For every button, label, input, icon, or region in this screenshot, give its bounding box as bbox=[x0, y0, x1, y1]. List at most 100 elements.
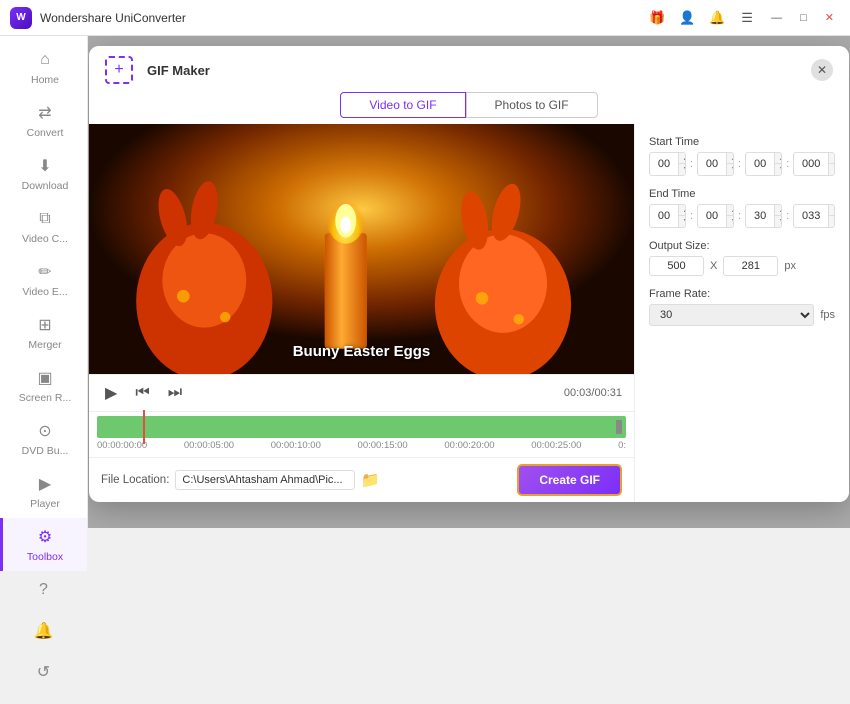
fps-unit-label: fps bbox=[820, 309, 835, 321]
modal-overlay: + GIF Maker ✕ Video to GIF Photos to GIF bbox=[88, 36, 850, 528]
timeline-needle bbox=[143, 410, 145, 444]
download-icon: ⬇ bbox=[34, 155, 56, 177]
user-icon[interactable]: 👤 bbox=[675, 6, 699, 30]
sidebar-item-merger[interactable]: ⊞ Merger bbox=[0, 306, 87, 359]
end-ms-up[interactable]: ▲ bbox=[829, 205, 835, 216]
start-ms-down[interactable]: ▼ bbox=[829, 164, 835, 175]
gift-icon[interactable]: 🎁 bbox=[645, 6, 669, 30]
output-size-group: Output Size: X px bbox=[649, 240, 835, 276]
end-sec-up[interactable]: ▲ bbox=[775, 205, 782, 216]
width-input[interactable] bbox=[649, 256, 704, 276]
end-hour-input[interactable]: ▲ ▼ bbox=[649, 204, 686, 228]
sidebar-item-convert[interactable]: ⇄ Convert bbox=[0, 94, 87, 147]
help-icon: ? bbox=[33, 579, 55, 601]
start-time-inputs: ▲ ▼ : ▲ ▼ bbox=[649, 152, 835, 176]
end-hour-down[interactable]: ▼ bbox=[679, 216, 686, 227]
start-sec-up[interactable]: ▲ bbox=[775, 153, 782, 164]
sidebar-item-player[interactable]: ▶ Player bbox=[0, 465, 87, 518]
minimize-button[interactable]: — bbox=[765, 12, 788, 24]
sidebar-item-video-compress[interactable]: ⧉ Video C... bbox=[0, 200, 87, 253]
fps-select[interactable]: 30 24 15 10 bbox=[649, 304, 814, 326]
refresh-icon: ↺ bbox=[33, 661, 55, 683]
notification-icon: 🔔 bbox=[33, 620, 55, 642]
title-bar-icons: 🎁 👤 🔔 ☰ — □ ✕ bbox=[645, 6, 840, 30]
video-display: Buuny Easter Eggs bbox=[89, 124, 634, 374]
end-time-group: End Time ▲ ▼ : bbox=[649, 188, 835, 228]
main-layout: ⌂ Home ⇄ Convert ⬇ Download ⧉ Video C...… bbox=[0, 36, 850, 528]
end-ms-input[interactable]: ▲ ▼ bbox=[793, 204, 835, 228]
file-location-bar: File Location: 📁 Create GIF bbox=[89, 457, 634, 502]
height-input[interactable] bbox=[723, 256, 778, 276]
sidebar: ⌂ Home ⇄ Convert ⬇ Download ⧉ Video C...… bbox=[0, 36, 88, 528]
add-media-icon[interactable]: + bbox=[105, 56, 133, 84]
sidebar-item-video-edit[interactable]: ✏ Video E... bbox=[0, 253, 87, 306]
play-button[interactable]: ▶ bbox=[101, 381, 121, 405]
video-edit-icon: ✏ bbox=[34, 261, 56, 283]
bell-icon[interactable]: 🔔 bbox=[705, 6, 729, 30]
start-hour-up[interactable]: ▲ bbox=[679, 153, 686, 164]
start-hour-down[interactable]: ▼ bbox=[679, 164, 686, 175]
start-time-group: Start Time ▲ ▼ : bbox=[649, 136, 835, 176]
right-panel: Start Time ▲ ▼ : bbox=[634, 124, 849, 502]
modal-tabs: Video to GIF Photos to GIF bbox=[89, 84, 849, 124]
file-location-input[interactable] bbox=[175, 470, 355, 490]
start-sec-down[interactable]: ▼ bbox=[775, 164, 782, 175]
create-gif-button[interactable]: Create GIF bbox=[517, 464, 622, 496]
timeline-handle[interactable] bbox=[616, 420, 622, 434]
home-icon: ⌂ bbox=[34, 49, 56, 71]
size-px-label: px bbox=[784, 260, 796, 272]
start-min-up[interactable]: ▲ bbox=[727, 153, 734, 164]
fps-row: 30 24 15 10 fps bbox=[649, 304, 835, 326]
file-location-label: File Location: bbox=[101, 474, 169, 486]
close-window-button[interactable]: ✕ bbox=[819, 11, 840, 24]
output-size-label: Output Size: bbox=[649, 240, 835, 252]
end-time-label: End Time bbox=[649, 188, 835, 200]
sidebar-item-download[interactable]: ⬇ Download bbox=[0, 147, 87, 200]
menu-icon[interactable]: ☰ bbox=[735, 6, 759, 30]
tab-photos-to-gif[interactable]: Photos to GIF bbox=[466, 92, 598, 118]
start-sec-input[interactable]: ▲ ▼ bbox=[745, 152, 782, 176]
start-ms-input[interactable]: ▲ ▼ bbox=[793, 152, 835, 176]
video-title: Buuny Easter Eggs bbox=[89, 343, 634, 360]
end-ms-down[interactable]: ▼ bbox=[829, 216, 835, 227]
end-hour-up[interactable]: ▲ bbox=[679, 205, 686, 216]
start-min-input[interactable]: ▲ ▼ bbox=[697, 152, 734, 176]
start-ms-up[interactable]: ▲ bbox=[829, 153, 835, 164]
tab-video-to-gif[interactable]: Video to GIF bbox=[340, 92, 465, 118]
modal-title: GIF Maker bbox=[147, 63, 811, 78]
end-min-down[interactable]: ▼ bbox=[727, 216, 734, 227]
size-inputs: X px bbox=[649, 256, 835, 276]
video-panel: Buuny Easter Eggs ▶ ⏮ ⏭ 00:03/00:31 bbox=[89, 124, 634, 502]
timeline-track[interactable] bbox=[97, 416, 626, 438]
merger-icon: ⊞ bbox=[34, 314, 56, 336]
file-folder-button[interactable]: 📁 bbox=[361, 471, 380, 489]
toolbox-icon: ⚙ bbox=[34, 526, 56, 548]
end-min-input[interactable]: ▲ ▼ bbox=[697, 204, 734, 228]
next-button[interactable]: ⏭ bbox=[164, 382, 186, 404]
modal-close-button[interactable]: ✕ bbox=[811, 59, 833, 81]
sidebar-item-dvd[interactable]: ⊙ DVD Bu... bbox=[0, 412, 87, 465]
sidebar-notifications[interactable]: 🔔 bbox=[0, 612, 87, 653]
app-logo: W bbox=[10, 7, 32, 29]
maximize-button[interactable]: □ bbox=[794, 12, 813, 24]
sidebar-help[interactable]: ? bbox=[0, 571, 87, 612]
start-min-down[interactable]: ▼ bbox=[727, 164, 734, 175]
start-hour-input[interactable]: ▲ ▼ bbox=[649, 152, 686, 176]
end-min-up[interactable]: ▲ bbox=[727, 205, 734, 216]
end-sec-input[interactable]: ▲ ▼ bbox=[745, 204, 782, 228]
player-icon: ▶ bbox=[34, 473, 56, 495]
playback-controls: ▶ ⏮ ⏭ 00:03/00:31 bbox=[89, 374, 634, 411]
modal-header: + GIF Maker ✕ bbox=[89, 46, 849, 84]
start-time-label: Start Time bbox=[649, 136, 835, 148]
prev-button[interactable]: ⏮ bbox=[131, 382, 153, 404]
sidebar-item-home[interactable]: ⌂ Home bbox=[0, 41, 87, 94]
sidebar-item-screen[interactable]: ▣ Screen R... bbox=[0, 359, 87, 412]
end-sec-down[interactable]: ▼ bbox=[775, 216, 782, 227]
sidebar-item-toolbox[interactable]: ⚙ Toolbox bbox=[0, 518, 87, 571]
candle-scene bbox=[89, 124, 634, 374]
convert-icon: ⇄ bbox=[34, 102, 56, 124]
video-compress-icon: ⧉ bbox=[34, 208, 56, 230]
timeline-area: 00:00:00:00 00:00:05:00 00:00:10:00 00:0… bbox=[89, 411, 634, 457]
screen-icon: ▣ bbox=[34, 367, 56, 389]
sidebar-refresh[interactable]: ↺ bbox=[0, 653, 87, 694]
